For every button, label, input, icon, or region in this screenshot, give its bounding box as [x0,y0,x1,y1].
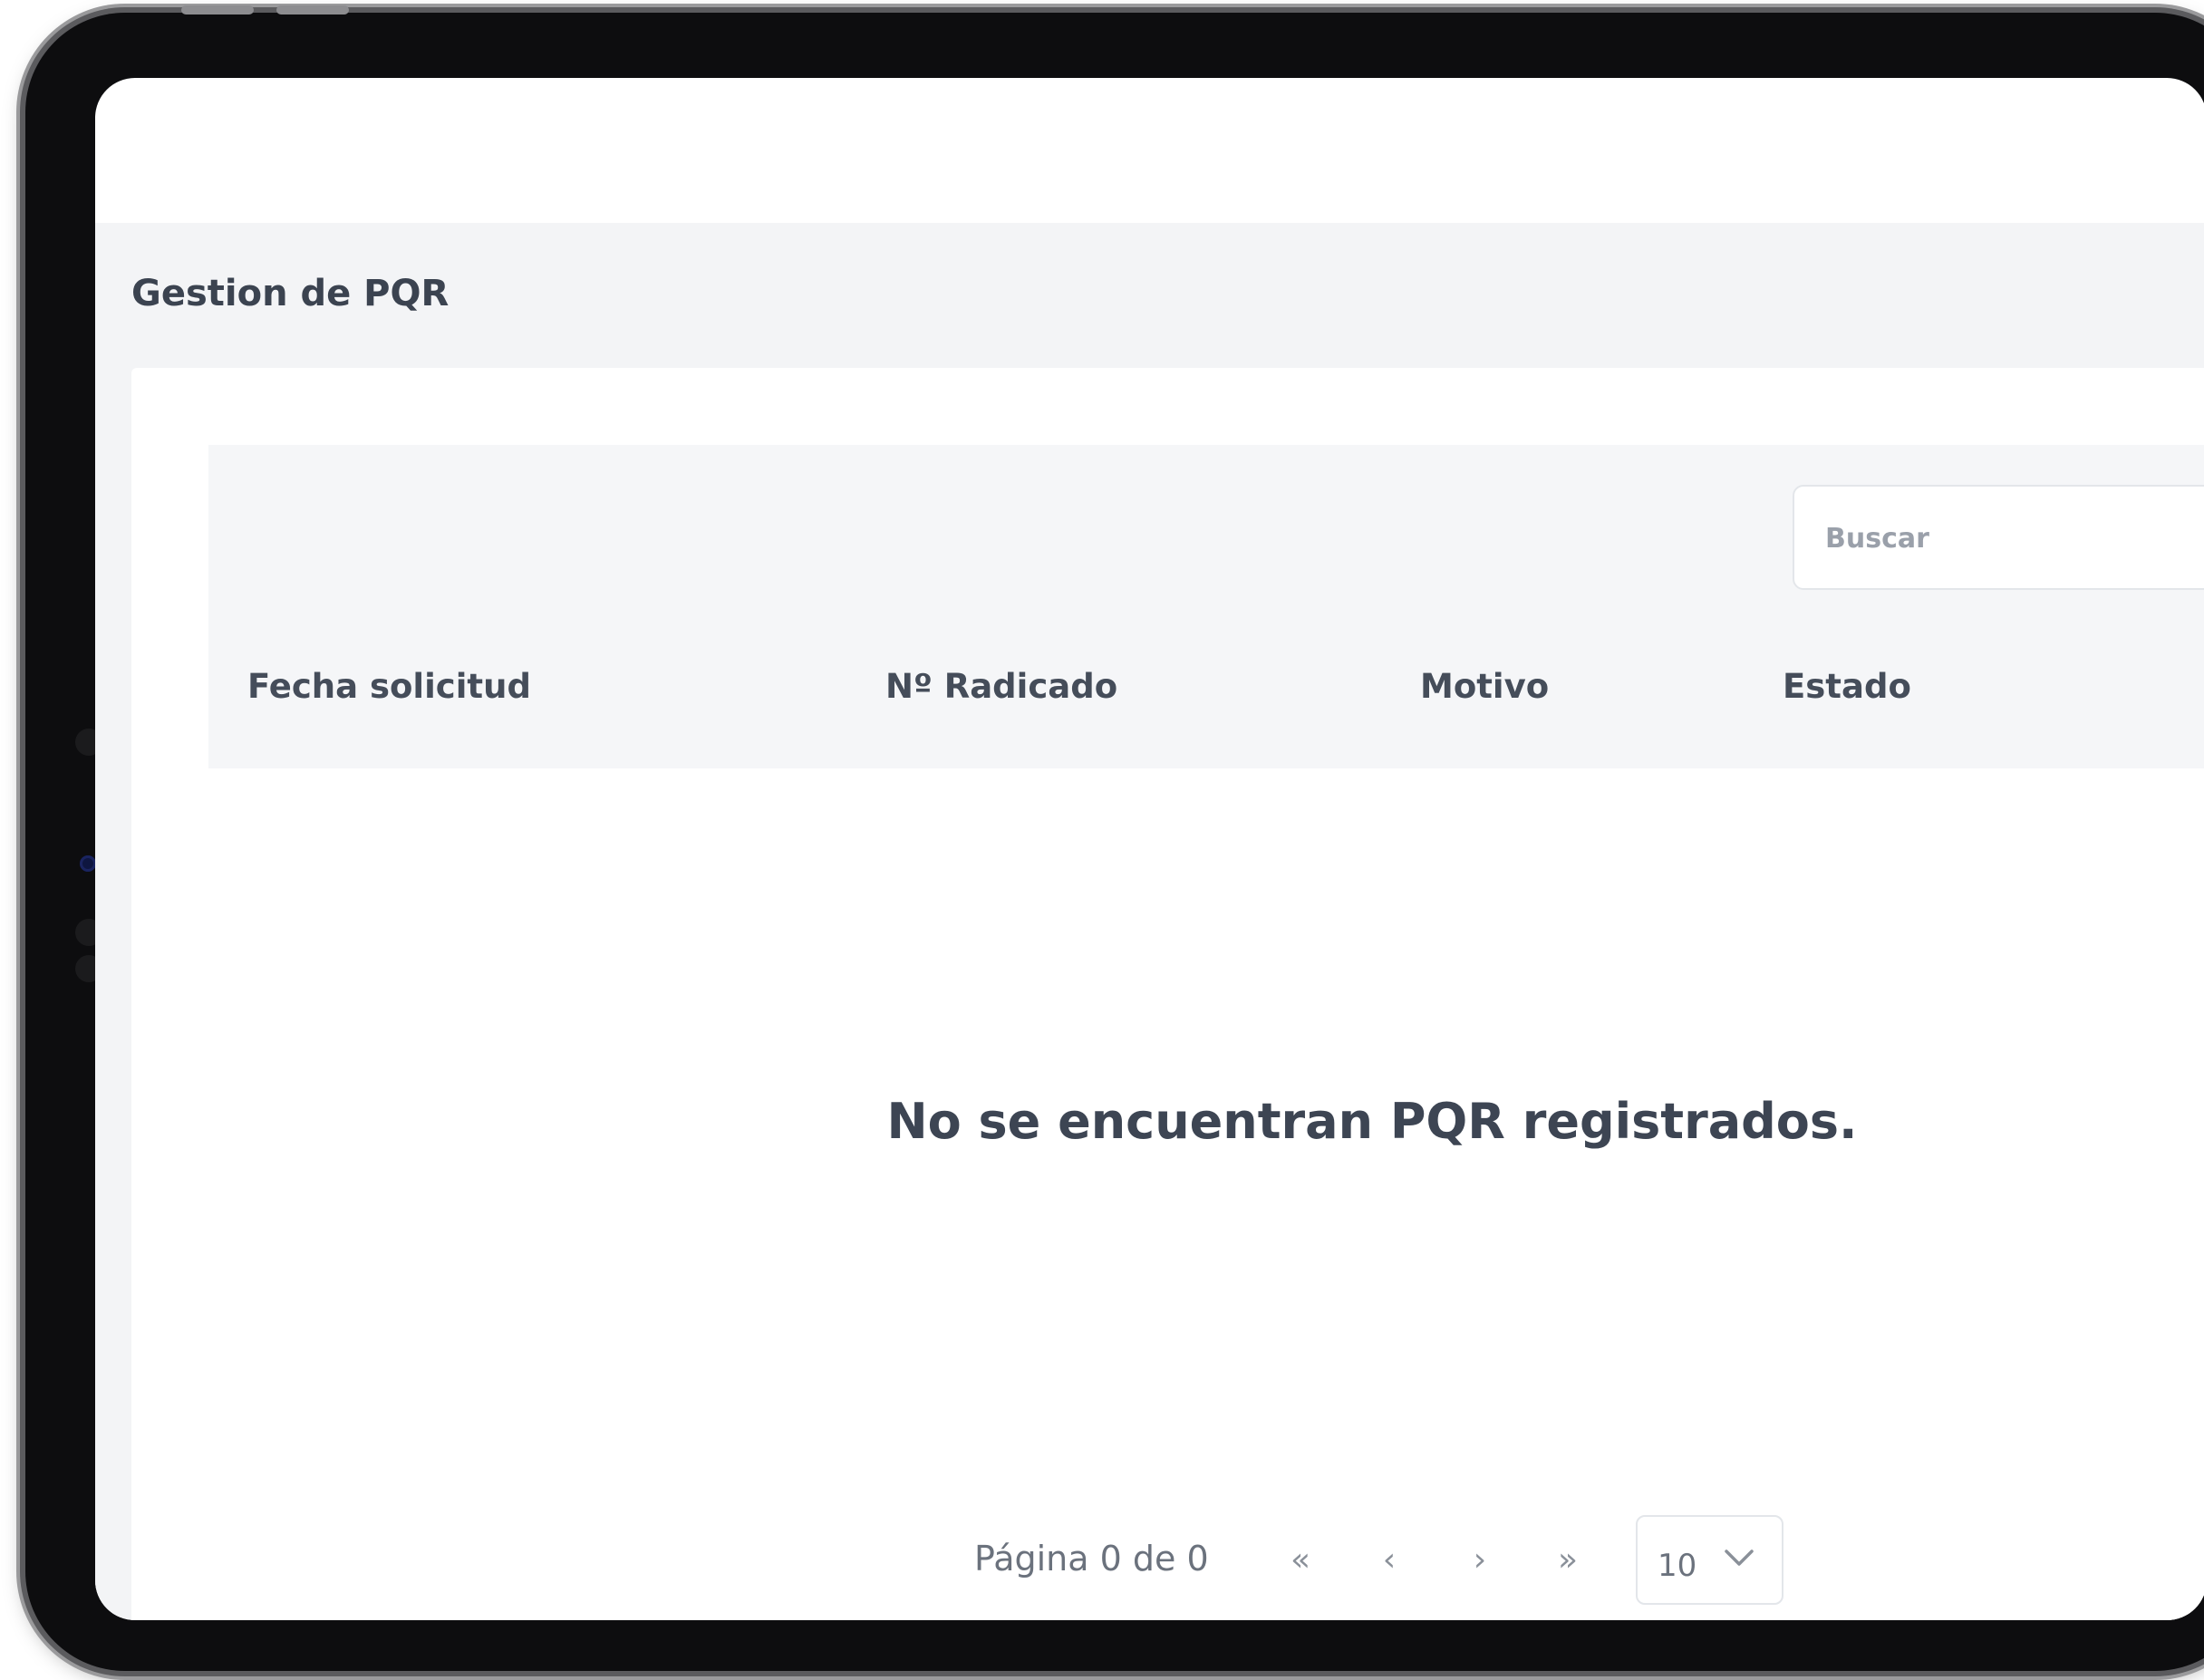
column-header-n-radicado[interactable]: Nº Radicado [885,667,1117,706]
search-box[interactable] [1793,485,2204,590]
power-button [276,5,349,14]
column-header-fecha-solicitud[interactable]: Fecha solicitud [247,667,531,706]
first-page-button[interactable]: « [1273,1533,1328,1588]
front-camera [80,855,96,872]
next-page-button[interactable]: › [1453,1533,1507,1588]
empty-state-message: No se encuentran PQR registrados. [886,1093,1858,1150]
page-info: Página 0 de 0 [974,1539,1209,1579]
page-title: Gestion de PQR [131,273,450,314]
app-screen: Gestion de PQR Fecha solicitud Nº Radica… [95,78,2204,1620]
search-input[interactable] [1823,487,2204,590]
chevron-down-icon [1725,1550,1754,1566]
column-header-motivo[interactable]: Motivo [1420,667,1549,706]
volume-button [181,5,254,14]
previous-page-button[interactable]: ‹ [1362,1533,1416,1588]
page-size-value: 10 [1658,1548,1697,1584]
page-size-select[interactable]: 10 [1636,1515,1784,1605]
last-page-button[interactable]: » [1541,1533,1595,1588]
column-header-estado[interactable]: Estado [1783,667,1911,706]
